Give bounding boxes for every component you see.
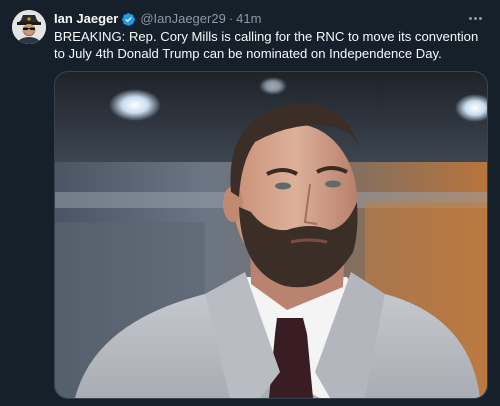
verified-badge-icon[interactable] bbox=[121, 12, 136, 27]
tweet-text: BREAKING: Rep. Cory Mills is calling for… bbox=[54, 29, 479, 61]
tweet-photo[interactable] bbox=[54, 71, 488, 399]
more-horizontal-icon[interactable] bbox=[464, 9, 486, 27]
author-handle[interactable]: @IanJaeger29 bbox=[140, 11, 225, 27]
author-name[interactable]: Ian Jaeger bbox=[54, 11, 118, 27]
tweet-timestamp[interactable]: 41m bbox=[236, 11, 261, 27]
tweet-header: Ian Jaeger @IanJaeger29 · 41m bbox=[54, 10, 261, 28]
tweet-card[interactable]: Ian Jaeger @IanJaeger29 · 41m BREAKING: … bbox=[0, 0, 500, 406]
separator-dot: · bbox=[228, 11, 234, 26]
avatar-icon bbox=[12, 10, 46, 44]
author-avatar[interactable] bbox=[12, 10, 46, 44]
photo-image bbox=[55, 72, 487, 398]
